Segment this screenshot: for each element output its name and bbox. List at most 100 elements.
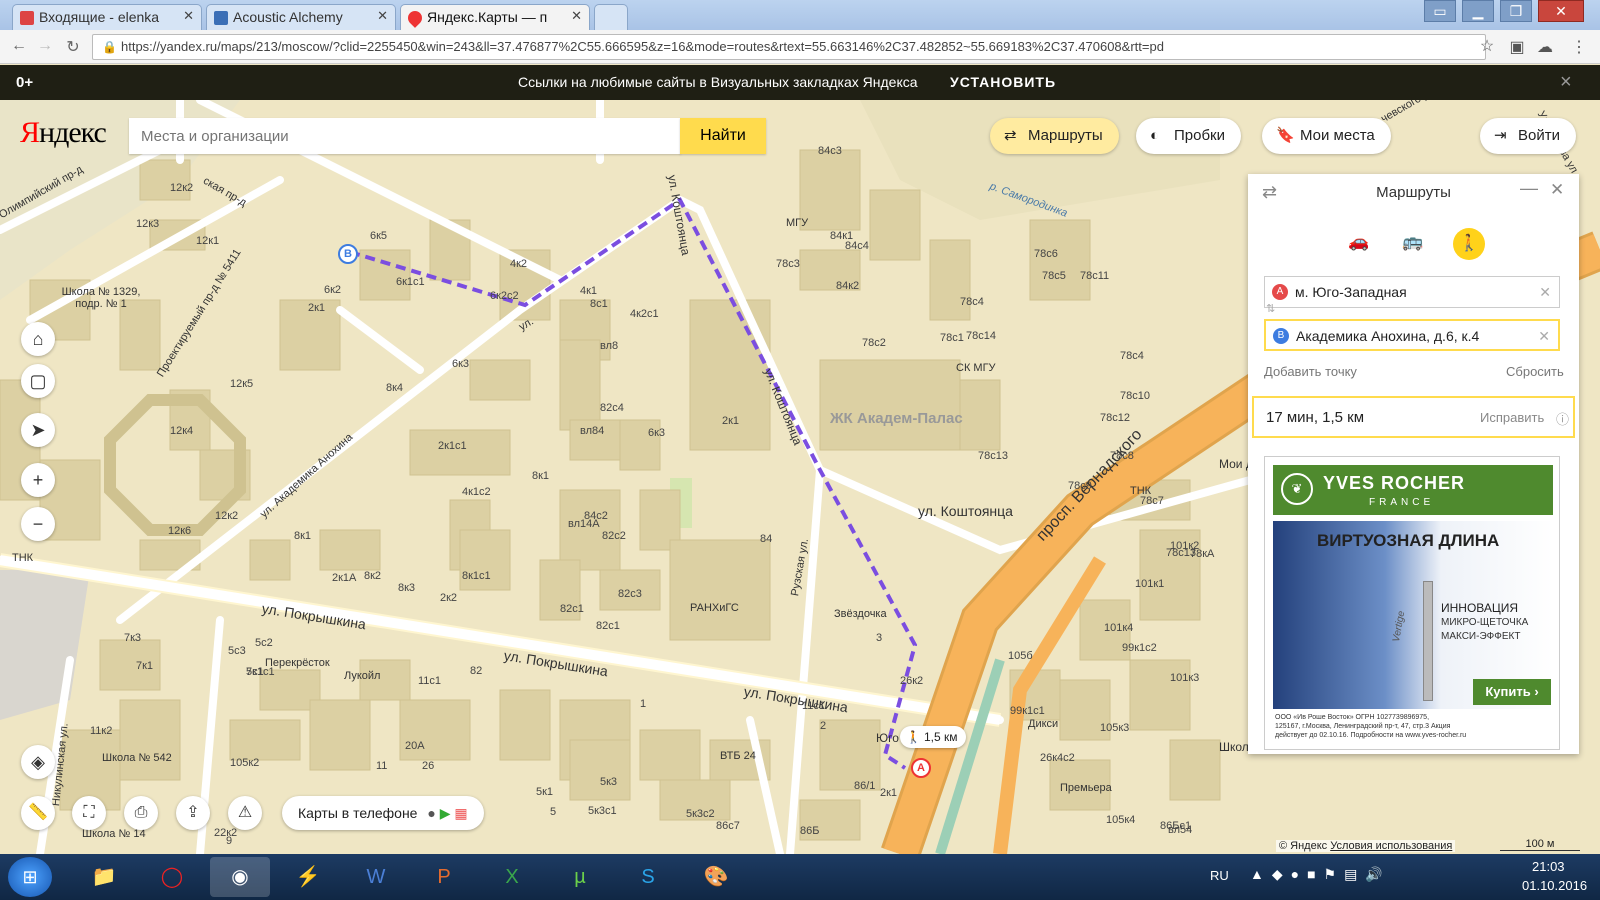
- powerpoint-icon[interactable]: P: [414, 857, 474, 897]
- utorrent-icon[interactable]: µ: [550, 857, 610, 897]
- locate-icon[interactable]: ➤: [21, 413, 55, 447]
- poi-lukoil[interactable]: Лукойл: [344, 670, 380, 682]
- search-input[interactable]: [129, 118, 681, 154]
- close-window-button[interactable]: ✕: [1538, 0, 1584, 22]
- poi-sk-mgu[interactable]: СК МГУ: [956, 362, 996, 374]
- clear-icon[interactable]: ✕: [1539, 277, 1551, 307]
- app-icon[interactable]: ⚡: [278, 857, 338, 897]
- ad-banner[interactable]: ❦ YVES ROCHER FRANCE ВИРТУОЗНАЯ ДЛИНА Ve…: [1264, 456, 1560, 750]
- tab-label: Входящие - elenka: [39, 9, 160, 25]
- poi-akadem-palace[interactable]: ЖК Академ-Палас: [830, 410, 963, 427]
- poi-premiera[interactable]: Премьера: [1060, 782, 1112, 794]
- warning-icon[interactable]: ⚠: [228, 796, 262, 830]
- maximize-button[interactable]: ❐: [1500, 0, 1532, 22]
- building-number: 22к2: [214, 827, 238, 839]
- poi-zvezdochka[interactable]: Звёздочка: [834, 608, 887, 620]
- word-icon[interactable]: W: [346, 857, 406, 897]
- tab-gmail[interactable]: Входящие - elenka ✕: [12, 4, 202, 30]
- layers-icon[interactable]: ◈: [21, 745, 55, 779]
- route-from-input[interactable]: A м. Юго-Западная ✕: [1264, 276, 1560, 308]
- route-point-a-marker[interactable]: A: [911, 758, 931, 778]
- tab-acoustic[interactable]: Acoustic Alchemy ✕: [206, 4, 396, 30]
- add-point-link[interactable]: Добавить точку: [1264, 364, 1357, 379]
- route-distance-badge[interactable]: 🚶 1,5 км: [900, 726, 966, 748]
- extension-icon[interactable]: ▣: [1506, 37, 1528, 57]
- new-tab-button[interactable]: [594, 4, 628, 30]
- reset-link[interactable]: Сбросить: [1506, 364, 1564, 379]
- panorama-icon[interactable]: ⛶: [72, 796, 106, 830]
- paint-icon[interactable]: 🎨: [686, 857, 746, 897]
- mobile-apps-button[interactable]: Карты в телефоне ● ▶ ▦: [282, 796, 484, 830]
- share-icon[interactable]: ⇪: [176, 796, 210, 830]
- close-icon[interactable]: ✕: [571, 8, 582, 24]
- traffic-button[interactable]: ◐ Пробки: [1136, 118, 1241, 154]
- my-places-button[interactable]: 🔖 Мои места: [1262, 118, 1391, 154]
- zoom-in-button[interactable]: +: [21, 463, 55, 497]
- close-icon[interactable]: ✕: [377, 8, 388, 24]
- age-badge: 0+: [16, 74, 34, 91]
- zoom-out-button[interactable]: −: [21, 507, 55, 541]
- login-button[interactable]: ⇥ Войти: [1480, 118, 1576, 154]
- car-mode-icon[interactable]: 🚗: [1348, 232, 1369, 252]
- building-number: 82с2: [602, 530, 626, 542]
- route-point-b-marker[interactable]: B: [338, 244, 358, 264]
- terms-link[interactable]: Условия использования: [1330, 840, 1452, 852]
- menu-icon[interactable]: ⋮: [1568, 37, 1590, 57]
- windows-taskbar: ⊞ 📁 ◯ ◉ ⚡ W P X µ S 🎨 RU ▲◆●■⚑▤🔊 21:03 0…: [0, 854, 1600, 900]
- routes-button[interactable]: ⇄ Маршруты: [990, 118, 1119, 154]
- address-input[interactable]: 🔒 https://yandex.ru/maps/213/moscow/?cli…: [92, 34, 1486, 60]
- poi-ranepa[interactable]: РАНХиГС: [690, 602, 739, 614]
- explorer-icon[interactable]: 📁: [74, 857, 134, 897]
- swap-icon[interactable]: ⇅: [1266, 302, 1275, 315]
- skype-icon[interactable]: S: [618, 857, 678, 897]
- minimize-panel-icon[interactable]: —: [1520, 178, 1538, 199]
- ruler-icon[interactable]: 📏: [21, 796, 55, 830]
- ad-buy-button[interactable]: Купить ›: [1473, 679, 1551, 705]
- poi-diksi[interactable]: Дикси: [1028, 718, 1058, 730]
- home-icon[interactable]: ⌂: [21, 322, 55, 356]
- route-to-input[interactable]: B Академика Анохина, д.6, к.4 ✕: [1264, 319, 1560, 351]
- clear-icon[interactable]: ✕: [1538, 321, 1550, 349]
- yandex-logo[interactable]: Яндекс: [20, 116, 107, 150]
- find-button[interactable]: Найти: [680, 118, 766, 154]
- poi-metro[interactable]: Юго: [876, 731, 899, 745]
- tab-yandex-maps[interactable]: Яндекс.Карты — п ✕: [400, 4, 590, 30]
- poi-perekrestok[interactable]: Перекрёсток: [265, 657, 330, 669]
- poi-school-542[interactable]: Школа № 542: [102, 752, 172, 764]
- back-icon[interactable]: ←: [8, 37, 30, 57]
- walk-mode-icon[interactable]: 🚶: [1453, 228, 1485, 260]
- browser-tab-bar: Входящие - elenka ✕ Acoustic Alchemy ✕ Я…: [0, 0, 1600, 30]
- fix-link[interactable]: Исправить: [1480, 410, 1544, 425]
- minimize-button[interactable]: ▁: [1462, 0, 1494, 22]
- building-number: 5к1: [536, 786, 554, 798]
- map-pin-icon: [405, 8, 425, 28]
- poi-school-1329[interactable]: Школа № 1329, подр. № 1: [56, 286, 146, 310]
- language-indicator[interactable]: RU: [1210, 868, 1229, 883]
- poi-mgu[interactable]: МГУ: [786, 217, 808, 229]
- close-icon[interactable]: ×: [1560, 65, 1572, 100]
- info-icon[interactable]: ⓘ: [1556, 409, 1569, 428]
- reload-icon[interactable]: ↻: [62, 37, 84, 57]
- building-number: 26к4с2: [1040, 752, 1075, 764]
- mascara-image: [1423, 581, 1433, 701]
- forward-icon[interactable]: →: [34, 37, 56, 57]
- building-number: 12к1: [196, 235, 220, 247]
- excel-icon[interactable]: X: [482, 857, 542, 897]
- close-icon[interactable]: ✕: [183, 8, 194, 24]
- close-panel-icon[interactable]: ✕: [1550, 180, 1564, 200]
- poi-vtb24[interactable]: ВТБ 24: [720, 750, 756, 762]
- route-summary[interactable]: 17 мин, 1,5 км Исправить ⓘ: [1252, 396, 1575, 438]
- poi-tnk[interactable]: ТНК: [12, 552, 33, 564]
- user-icon[interactable]: ▭: [1424, 0, 1456, 22]
- start-button[interactable]: ⊞: [8, 857, 52, 897]
- cloud-icon[interactable]: ☁: [1534, 37, 1556, 57]
- install-link[interactable]: УСТАНОВИТЬ: [950, 65, 1056, 100]
- opera-icon[interactable]: ◯: [142, 857, 202, 897]
- chrome-icon[interactable]: ◉: [210, 857, 270, 897]
- star-icon[interactable]: ☆: [1476, 36, 1498, 56]
- briefcase-icon[interactable]: ▢: [21, 364, 55, 398]
- tray-icons[interactable]: ▲◆●■⚑▤🔊: [1250, 866, 1391, 883]
- print-icon[interactable]: ⎙: [124, 796, 158, 830]
- bus-mode-icon[interactable]: 🚌: [1402, 232, 1423, 252]
- copyright-text: © Яндекс: [1279, 840, 1328, 852]
